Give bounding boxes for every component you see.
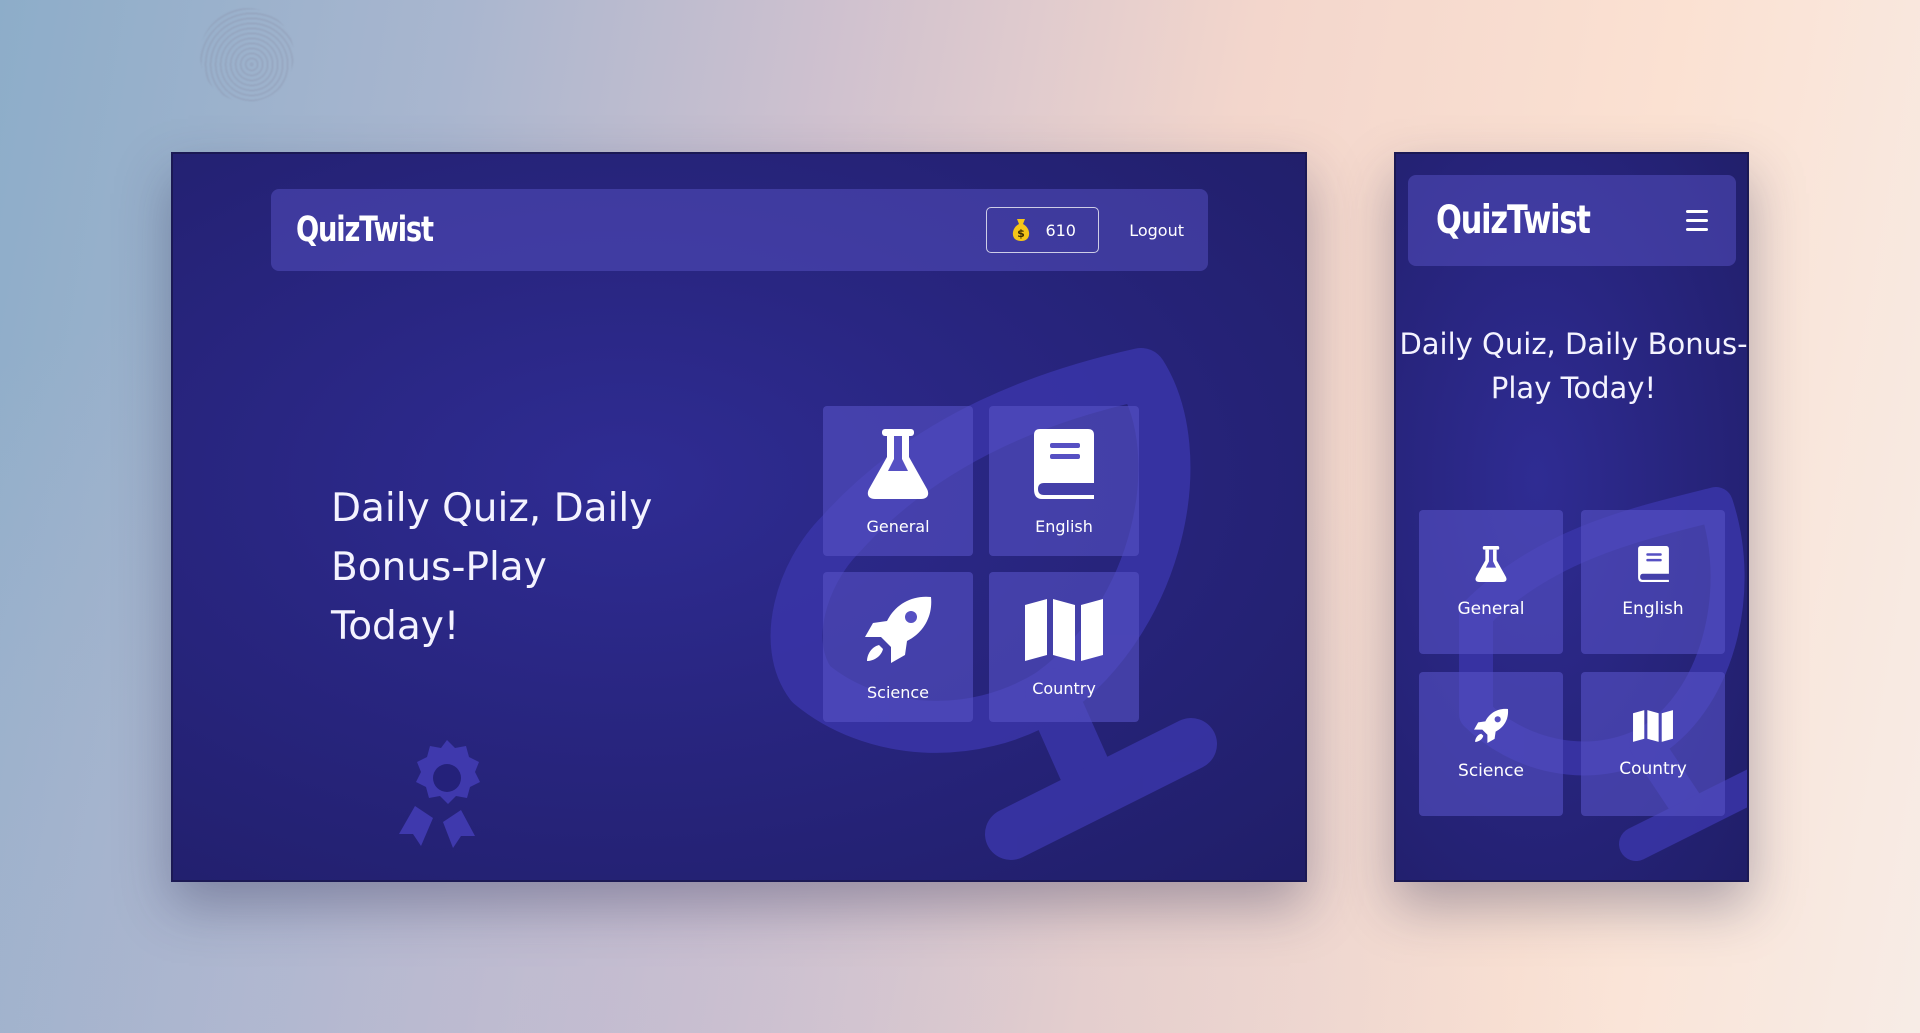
mobile-mockup: QuizTwist Daily Quiz, Daily Bonus-Play T… (1394, 152, 1749, 882)
map-icon (1633, 710, 1673, 742)
category-tile-country[interactable]: Country (1581, 672, 1725, 816)
category-tile-english[interactable]: English (1581, 510, 1725, 654)
hamburger-menu-icon[interactable] (1686, 206, 1708, 235)
category-label: General (1457, 599, 1525, 619)
category-label: Country (1032, 678, 1096, 698)
hero-heading: Daily Quiz, Daily Bonus-Play Today! (331, 486, 653, 649)
book-icon (1637, 546, 1669, 582)
category-label: Country (1619, 759, 1687, 779)
category-tile-general[interactable]: General (823, 406, 973, 556)
map-icon (1025, 598, 1103, 661)
brand-logo[interactable]: QuizTwist (1436, 198, 1591, 243)
category-label: English (1035, 516, 1093, 536)
book-icon (1034, 428, 1094, 499)
award-ribbon-decoration-icon (399, 740, 480, 848)
coin-balance-badge[interactable]: $ 610 (986, 207, 1100, 253)
brand-logo[interactable]: QuizTwist (296, 210, 434, 250)
category-label: General (866, 516, 930, 536)
top-navbar: QuizTwist $ 610 Logout (271, 189, 1208, 271)
flask-icon (1475, 546, 1507, 582)
category-tile-general[interactable]: General (1419, 510, 1563, 654)
category-label: Science (866, 682, 930, 702)
category-tile-english[interactable]: English (989, 406, 1139, 556)
category-label: Science (1458, 761, 1524, 781)
top-navbar: QuizTwist (1408, 175, 1736, 266)
category-tile-science[interactable]: Science (1419, 672, 1563, 816)
flask-icon (867, 428, 929, 499)
svg-text:$: $ (1018, 227, 1026, 240)
category-grid: General English Science Country (823, 406, 1139, 722)
desktop-mockup: QuizTwist $ 610 Logout Daily Quiz, Daily… (171, 152, 1307, 882)
coin-count: 610 (1045, 220, 1076, 240)
logout-button[interactable]: Logout (1129, 221, 1184, 240)
rocket-icon (865, 596, 932, 663)
fingerprint-watermark (200, 8, 294, 102)
category-tile-science[interactable]: Science (823, 572, 973, 722)
rocket-icon (1474, 708, 1509, 743)
money-bag-icon: $ (1013, 219, 1030, 241)
category-label: English (1622, 599, 1684, 619)
category-grid: General English Science Country (1419, 510, 1725, 816)
hero-heading: Daily Quiz, Daily Bonus-Play Today! (1399, 327, 1748, 405)
category-tile-country[interactable]: Country (989, 572, 1139, 722)
navbar-actions: $ 610 Logout (986, 207, 1184, 253)
